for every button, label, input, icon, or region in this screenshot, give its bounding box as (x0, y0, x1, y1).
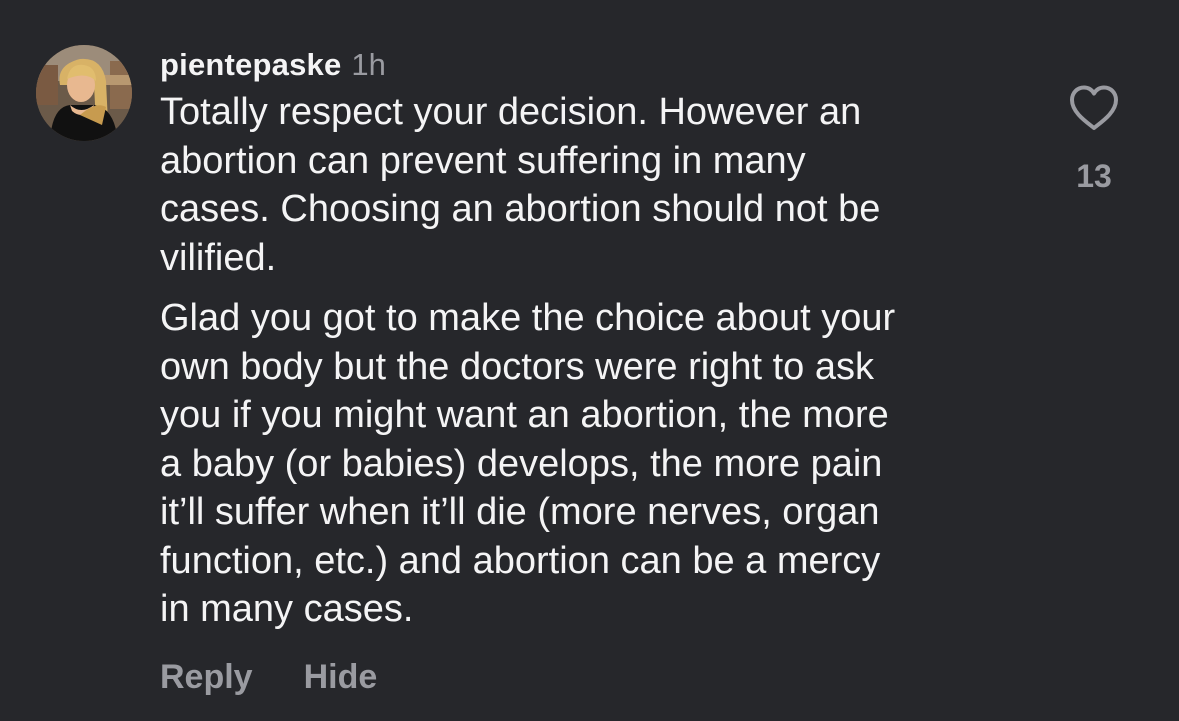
text-line: Totally respect your decision. However a… (160, 91, 862, 133)
username[interactable]: pientepaske (160, 47, 341, 83)
text-line: a baby (or babies) develops, the more pa… (160, 442, 883, 485)
comment-actions: Reply Hide (160, 658, 377, 697)
text-line: function, etc.) and abortion can be a me… (160, 539, 881, 582)
comment-paragraph-1: Totally respect your decision. However a… (160, 88, 1040, 282)
text-line: you if you might want an abortion, the m… (160, 394, 889, 436)
like-count: 13 (1076, 158, 1112, 194)
user-photo-icon (36, 45, 132, 141)
text-line: Glad you got to make the choice about yo… (160, 297, 896, 339)
comment: pientepaske 1h Totally respect your deci… (0, 0, 1179, 721)
text-line: abortion can prevent suffering in many (160, 139, 806, 182)
timestamp: 1h (351, 47, 386, 82)
text-line: it’ll suffer when it’ll die (more nerves… (160, 491, 880, 533)
comment-body: pientepaske 1h Totally respect your deci… (160, 42, 1040, 634)
comment-paragraph-2: Glad you got to make the choice about yo… (160, 294, 1040, 634)
text-line: vilified. (160, 236, 277, 279)
text-line: own body but the doctors were right to a… (160, 345, 874, 388)
reply-button[interactable]: Reply (160, 658, 253, 697)
hide-button[interactable]: Hide (304, 658, 378, 697)
text-line: cases. Choosing an abortion should not b… (160, 188, 881, 230)
comment-meta: pientepaske 1h (160, 42, 1040, 88)
heart-outline-icon[interactable] (1068, 84, 1120, 132)
text-line: in many cases. (160, 588, 414, 630)
avatar[interactable] (36, 45, 132, 141)
like-control: 13 (1066, 84, 1122, 195)
